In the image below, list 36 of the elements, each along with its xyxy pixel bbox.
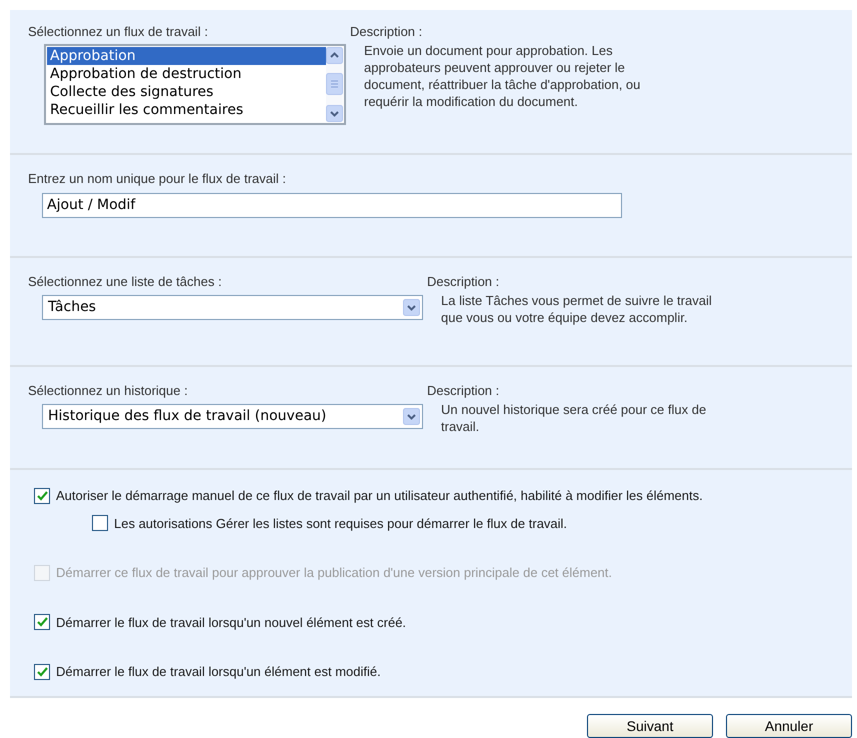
list-item[interactable]: Approbation de destruction [47,64,326,82]
scrollbar[interactable] [326,46,343,122]
description-text: Envoie un document pour approbation. Les approbateurs peuvent approuver ou rejeter le document, réattribuer la tâche d'approbation, ou requérir la modification du document. [363,42,642,110]
field-label: Entrez un nom unique pour le flux de travail : [28,170,287,188]
description-label: Description : [427,382,500,400]
description-label: Description : [350,23,424,41]
checkmark-icon [36,490,48,501]
scroll-up-icon[interactable] [326,46,343,64]
checkbox[interactable] [34,664,50,680]
list-item[interactable]: Collecte des signatures [47,82,326,100]
name-input-field[interactable]: Ajout / Modif [42,192,622,218]
description-label: Description : [427,273,500,291]
checkmark-icon [36,666,48,677]
workflow-list[interactable]: Approbation Approbation de destruction Collecte des signatures Recueillir les commentaires [44,44,346,124]
dropdown-field[interactable]: Tâches [42,294,423,320]
dialog-button[interactable]: Annuler [726,714,852,738]
dropdown-field[interactable]: Historique des flux de travail (nouveau) [42,404,423,428]
checkbox[interactable] [92,515,108,532]
description-text: La liste Tâches vous permet de suivre le travail que vous ou votre équipe devez accomplir. [440,292,713,326]
option-label: Autoriser le démarrage manuel de ce flux de travail par un utilisateur authentifié, habilité à modifier les éléments. [56,487,703,505]
checkbox[interactable] [34,614,50,630]
scroll-thumb-icon[interactable] [326,73,343,95]
list-item[interactable]: Recueillir les commentaires [47,100,326,118]
list-item[interactable]: Approbation [47,46,326,64]
option-label: Démarrer le flux de travail lorsqu'un élément est modifié. [56,663,381,681]
dialog-button[interactable]: Suivant [587,714,713,738]
field-label: Sélectionnez un historique : [28,382,189,400]
field-label: Sélectionnez un flux de travail : [28,23,209,41]
checkmark-icon [36,617,48,628]
checkbox[interactable] [34,488,50,504]
option-label: Démarrer le flux de travail lorsqu'un nouvel élément est créé. [56,614,406,632]
option-label: Les autorisations Gérer les listes sont requises pour démarrer le flux de travail. [114,514,568,533]
option-label: Démarrer ce flux de travail pour approuver la publication d'une version principale de cet élément. [56,564,612,582]
field-label: Sélectionnez une liste de tâches : [28,273,223,291]
description-text: Un nouvel historique sera créé pour ce flux de travail. [440,400,708,434]
scroll-down-icon[interactable] [326,104,343,122]
